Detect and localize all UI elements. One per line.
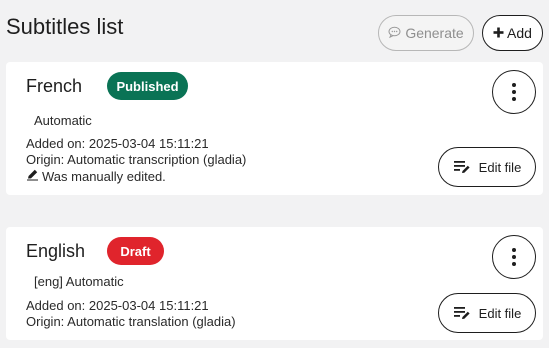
edit-file-label: Edit file xyxy=(478,159,522,175)
kebab-menu-icon xyxy=(512,83,516,87)
subtitle-meta: Added on: 2025-03-04 15:11:21 Origin: Au… xyxy=(26,298,236,330)
subtitle-card-french: French Published Automatic Added on: 202… xyxy=(6,62,543,195)
add-button-label: Add xyxy=(507,25,532,41)
subtitle-language: English xyxy=(26,241,86,261)
generate-button-label: Generate xyxy=(405,25,464,41)
status-badge-published: Published xyxy=(107,72,188,100)
add-button[interactable]: Add xyxy=(482,15,543,51)
edited-note-text: Was manually edited. xyxy=(42,168,166,184)
subtitle-menu-button[interactable] xyxy=(492,70,536,114)
edit-file-label: Edit file xyxy=(478,305,522,321)
edit-file-button[interactable]: Edit file xyxy=(438,147,536,187)
status-badge-draft: Draft xyxy=(107,237,164,265)
origin-text: Origin: Automatic translation (gladia) xyxy=(26,314,236,329)
origin-text: Origin: Automatic transcription (gladia) xyxy=(26,152,247,167)
subtitle-tag: [eng] Automatic xyxy=(34,274,124,289)
subtitle-card-english: English Draft [eng] Automatic Added on: … xyxy=(6,227,543,340)
page-title: Subtitles list xyxy=(6,14,124,39)
page-header: Subtitles list Generate Add xyxy=(0,0,549,56)
added-on-text: Added on: 2025-03-04 15:11:21 xyxy=(26,136,209,151)
edit-file-icon xyxy=(453,159,471,175)
subtitle-meta: Added on: 2025-03-04 15:11:21 Origin: Au… xyxy=(26,136,246,185)
kebab-menu-icon xyxy=(512,248,516,252)
subtitle-language: French xyxy=(26,76,83,96)
added-on-text: Added on: 2025-03-04 15:11:21 xyxy=(26,298,209,313)
speech-bubble-icon xyxy=(388,25,401,41)
subtitle-menu-button[interactable] xyxy=(492,235,536,279)
generate-button[interactable]: Generate xyxy=(378,15,474,51)
plus-icon xyxy=(493,25,504,41)
pencil-icon xyxy=(26,168,39,185)
edit-file-button[interactable]: Edit file xyxy=(438,293,536,333)
edit-file-icon xyxy=(453,305,471,321)
subtitle-tag: Automatic xyxy=(34,113,92,128)
edited-note: Was manually edited. xyxy=(26,168,246,185)
